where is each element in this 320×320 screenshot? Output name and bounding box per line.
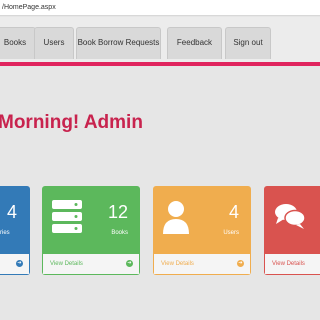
tab-books[interactable]: Books	[0, 27, 36, 59]
books-arrow-icon: ➔	[126, 260, 133, 267]
tab-feedback-label: Feedback	[176, 38, 213, 47]
users-arrow-icon: ➔	[237, 260, 244, 267]
tab-users[interactable]: Users	[34, 27, 74, 59]
feedback-card: View Details	[264, 186, 320, 275]
users-view-details-link[interactable]: View Details ➔	[153, 254, 251, 275]
books-view-details-link[interactable]: View Details ➔	[42, 254, 140, 275]
books-view-details-text: View Details	[50, 261, 83, 267]
categories-view-details-link[interactable]: ➔	[0, 254, 30, 275]
page-title: Morning! Admin	[0, 112, 143, 133]
nav-accent-line	[0, 62, 320, 66]
users-view-details-text: View Details	[161, 261, 194, 267]
tab-book-borrow-requests[interactable]: Book Borrow Requests	[76, 27, 161, 59]
users-card: 4 Users View Details ➔	[153, 186, 251, 275]
users-card-header: 4 Users	[153, 186, 251, 254]
tab-book-borrow-requests-label: Book Borrow Requests	[77, 38, 160, 47]
books-count: 12	[107, 202, 128, 222]
books-label: Books	[111, 230, 128, 236]
categories-card-header: 4 egories	[0, 186, 30, 254]
categories-card: 4 egories ➔	[0, 186, 30, 275]
tab-sign-out[interactable]: Sign out	[225, 27, 271, 59]
navbar: Books Users Book Borrow Requests Feedbac…	[0, 17, 320, 62]
address-bar[interactable]: /HomePage.aspx	[0, 0, 320, 16]
tab-users-label: Users	[43, 38, 65, 47]
users-label: Users	[223, 230, 239, 236]
feedback-view-details-link[interactable]: View Details	[264, 254, 320, 275]
tab-books-label: Books	[3, 38, 27, 47]
users-count: 4	[228, 202, 239, 222]
categories-label: egories	[0, 230, 10, 236]
categories-arrow-icon: ➔	[16, 260, 23, 267]
books-card-header: 12 Books	[42, 186, 140, 254]
categories-count: 4	[6, 202, 17, 222]
address-text: /HomePage.aspx	[2, 4, 56, 11]
feedback-card-header	[264, 186, 320, 254]
feedback-view-details-text: View Details	[272, 261, 305, 267]
tab-sign-out-label: Sign out	[233, 38, 263, 47]
tab-feedback[interactable]: Feedback	[167, 27, 222, 59]
books-card: 12 Books View Details ➔	[42, 186, 140, 275]
